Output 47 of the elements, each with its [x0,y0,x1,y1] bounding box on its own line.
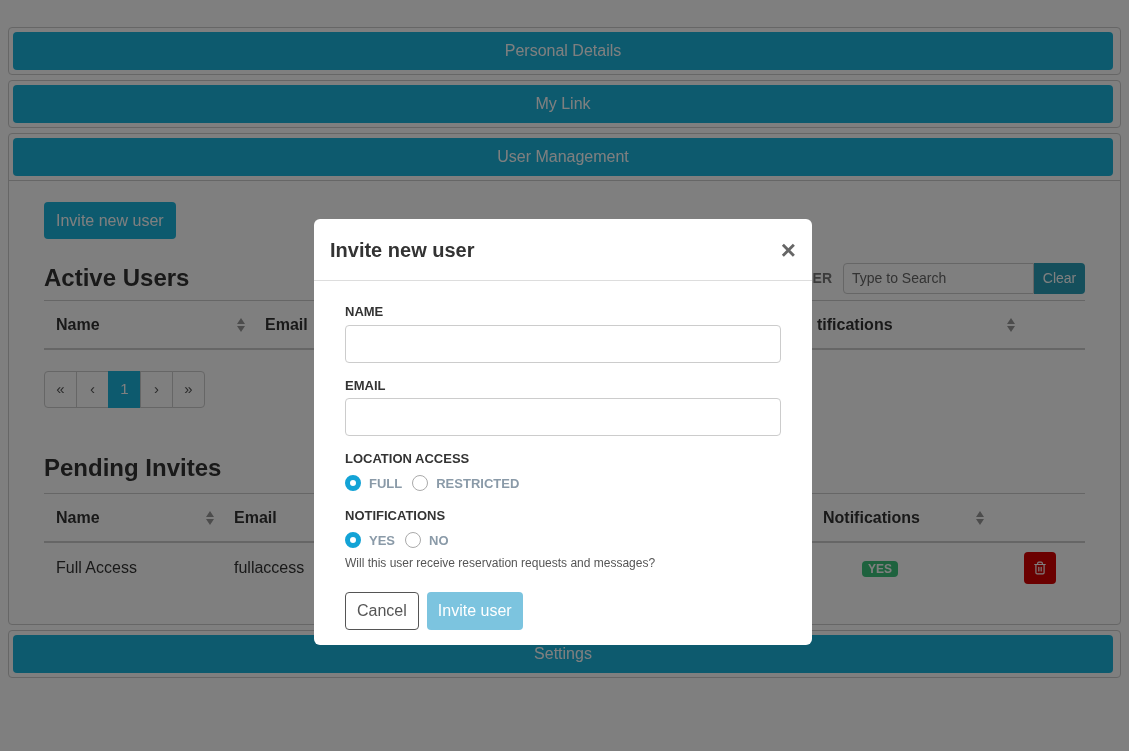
field-label: LOCATION ACCESS [345,450,471,468]
radio-label: YES [369,531,395,550]
field-label: NAME [345,303,385,321]
pagination-button[interactable]: » [172,371,205,408]
table-cell: fullaccess [234,559,305,576]
column-header: tifications [817,314,893,335]
pagination-button[interactable]: ‹ [76,371,109,408]
trash-icon [1032,561,1047,575]
accordion-header[interactable]: User Management [13,138,1113,176]
sort-icon[interactable] [236,316,246,333]
section-title: Active Users [44,263,190,293]
table-cell: Full Access [56,559,137,576]
pagination-button[interactable]: › [140,371,173,408]
clear-button[interactable]: Clear [1034,262,1085,294]
filter-label: ER [812,268,832,288]
radio-label: FULL [369,474,403,493]
status-badge: YES [862,561,898,577]
close-button[interactable]: × [780,236,796,263]
help-text: Will this user receive reservation requests and messages? [345,555,657,572]
column-header: Name [56,507,100,528]
accordion-header[interactable]: Personal Details [13,32,1113,70]
section-title: Pending Invites [44,453,222,483]
radio-label: NO [429,531,449,550]
radio-button[interactable] [345,475,361,492]
sort-icon[interactable] [1006,316,1016,333]
radio-button[interactable] [405,532,421,549]
column-header: Email [265,315,308,333]
sort-icon[interactable] [975,509,985,526]
column-header: Notifications [823,507,920,528]
text-input[interactable] [345,324,781,363]
column-header: Email [234,508,277,526]
modal-title: Invite new user [330,237,475,263]
field-label: NOTIFICATIONS [345,507,447,525]
text-input[interactable] [345,398,781,436]
invite-user-button[interactable]: Invite new user [44,202,176,239]
radio-button[interactable] [345,532,361,549]
sort-icon[interactable] [205,509,215,526]
cancel-button[interactable]: Cancel [345,592,419,630]
search-field[interactable]: Type to Search [843,262,1034,294]
field-label: EMAIL [345,376,387,395]
radio-label: RESTRICTED [436,474,520,493]
radio-button[interactable] [412,475,429,492]
pagination-button[interactable]: 1 [108,371,141,408]
accordion-header[interactable]: My Link [13,85,1113,123]
column-header: Name [56,314,100,335]
delete-button[interactable] [1023,552,1056,584]
pagination-button[interactable]: « [44,371,77,408]
